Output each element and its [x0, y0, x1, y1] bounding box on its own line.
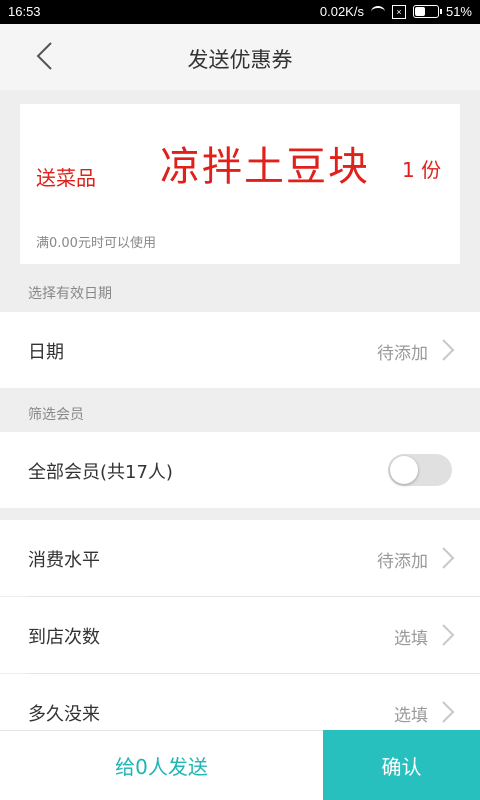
section-label-members: 筛选会员: [28, 407, 84, 423]
coupon-quantity: 1 份: [402, 158, 442, 182]
battery-percent: 51%: [445, 4, 472, 19]
all-members-label: 全部会员(共17人): [28, 462, 173, 483]
confirm-button[interactable]: 确认: [323, 730, 480, 800]
status-right: 0.02K/s × 51%: [320, 4, 472, 19]
all-members-toggle[interactable]: [388, 454, 452, 486]
filter-label: 到店次数: [28, 627, 100, 648]
status-bar: 16:53 0.02K/s × 51%: [0, 0, 480, 24]
coupon-card: 送菜品 凉拌土豆块 1 份 满0.00元时可以使用: [20, 104, 460, 264]
sim-disabled-icon: ×: [391, 4, 406, 19]
filter-row-visits[interactable]: 到店次数 选填: [0, 597, 480, 673]
filter-value: 选填: [394, 629, 428, 649]
battery-icon: [412, 5, 442, 18]
network-speed: 0.02K/s: [319, 4, 364, 19]
date-row[interactable]: 日期 待添加: [0, 312, 480, 388]
nav-bar: 发送优惠券: [0, 24, 480, 90]
chevron-right-icon: [442, 547, 455, 569]
filter-row-spending[interactable]: 消费水平 待添加: [0, 520, 480, 596]
chevron-right-icon: [442, 701, 455, 723]
chevron-right-icon: [442, 339, 455, 361]
send-button[interactable]: 给0人发送: [0, 730, 323, 800]
wifi-icon: [370, 5, 385, 18]
all-members-row: 全部会员(共17人): [0, 432, 480, 508]
filter-value: 选填: [394, 706, 428, 726]
section-label-validity: 选择有效日期: [28, 286, 112, 302]
filter-label: 多久没来: [28, 704, 100, 725]
page-title: 发送优惠券: [187, 48, 293, 72]
chevron-right-icon: [442, 624, 455, 646]
coupon-condition: 满0.00元时可以使用: [36, 236, 156, 251]
coupon-dish-name: 凉拌土豆块: [160, 144, 370, 190]
toggle-knob: [390, 456, 418, 484]
filter-label: 消费水平: [28, 550, 100, 571]
filter-value: 待添加: [377, 552, 428, 572]
coupon-prefix: 送菜品: [36, 166, 96, 190]
bottom-action-bar: 给0人发送 确认: [0, 730, 480, 800]
battery-tip: [439, 9, 442, 14]
status-time: 16:53: [8, 4, 41, 19]
date-label: 日期: [28, 342, 64, 363]
battery-fill: [414, 7, 425, 16]
date-value: 待添加: [377, 344, 428, 364]
